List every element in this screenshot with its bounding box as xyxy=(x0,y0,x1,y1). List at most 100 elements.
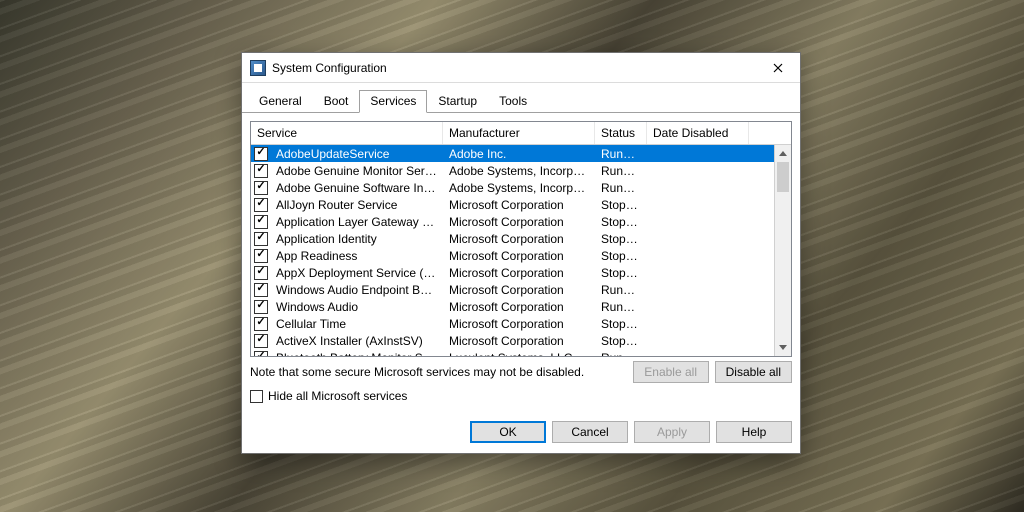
cell-service: AppX Deployment Service (App... xyxy=(270,266,443,280)
col-service[interactable]: Service xyxy=(251,122,443,144)
cell-manufacturer: Adobe Inc. xyxy=(443,147,595,161)
service-checkbox[interactable] xyxy=(254,164,268,178)
service-checkbox[interactable] xyxy=(254,283,268,297)
cell-service: Application Identity xyxy=(270,232,443,246)
cell-status: Stopped xyxy=(595,334,647,348)
table-row[interactable]: Application Layer Gateway ServiceMicroso… xyxy=(251,213,774,230)
table-row[interactable]: ActiveX Installer (AxInstSV)Microsoft Co… xyxy=(251,332,774,349)
scroll-up-button[interactable] xyxy=(775,145,791,162)
table-row[interactable]: Windows AudioMicrosoft CorporationRunnin… xyxy=(251,298,774,315)
list-header[interactable]: Service Manufacturer Status Date Disable… xyxy=(251,122,791,145)
services-list: Service Manufacturer Status Date Disable… xyxy=(250,121,792,357)
cell-status: Running xyxy=(595,164,647,178)
help-button[interactable]: Help xyxy=(716,421,792,443)
cell-status: Stopped xyxy=(595,198,647,212)
tab-tools[interactable]: Tools xyxy=(488,90,538,113)
tab-strip: GeneralBootServicesStartupTools xyxy=(242,83,800,113)
enable-all-button[interactable]: Enable all xyxy=(633,361,709,383)
service-checkbox[interactable] xyxy=(254,215,268,229)
service-checkbox[interactable] xyxy=(254,147,268,161)
service-checkbox[interactable] xyxy=(254,181,268,195)
cell-manufacturer: Microsoft Corporation xyxy=(443,215,595,229)
apply-button[interactable]: Apply xyxy=(634,421,710,443)
cell-manufacturer: Adobe Systems, Incorpora... xyxy=(443,181,595,195)
cell-service: Application Layer Gateway Service xyxy=(270,215,443,229)
cell-manufacturer: Microsoft Corporation xyxy=(443,232,595,246)
cell-status: Running xyxy=(595,147,647,161)
table-row[interactable]: AllJoyn Router ServiceMicrosoft Corporat… xyxy=(251,196,774,213)
cell-status: Stopped xyxy=(595,317,647,331)
cell-manufacturer: Microsoft Corporation xyxy=(443,266,595,280)
cell-manufacturer: Microsoft Corporation xyxy=(443,198,595,212)
cell-manufacturer: Microsoft Corporation xyxy=(443,317,595,331)
service-checkbox[interactable] xyxy=(254,334,268,348)
table-row[interactable]: AdobeUpdateServiceAdobe Inc.Running xyxy=(251,145,774,162)
close-button[interactable] xyxy=(755,53,800,82)
tab-startup[interactable]: Startup xyxy=(427,90,488,113)
service-checkbox[interactable] xyxy=(254,317,268,331)
col-status[interactable]: Status xyxy=(595,122,647,144)
service-checkbox[interactable] xyxy=(254,300,268,314)
cell-manufacturer: Microsoft Corporation xyxy=(443,249,595,263)
table-row[interactable]: Bluetooth Battery Monitor ServiceLuculen… xyxy=(251,349,774,356)
close-icon xyxy=(773,63,783,73)
table-row[interactable]: Windows Audio Endpoint BuilderMicrosoft … xyxy=(251,281,774,298)
cell-service: Cellular Time xyxy=(270,317,443,331)
cell-manufacturer: Microsoft Corporation xyxy=(443,283,595,297)
dialog-footer: OK Cancel Apply Help xyxy=(242,411,800,453)
cancel-button[interactable]: Cancel xyxy=(552,421,628,443)
hide-microsoft-checkbox[interactable] xyxy=(250,390,263,403)
cell-service: Adobe Genuine Monitor Service xyxy=(270,164,443,178)
tab-boot[interactable]: Boot xyxy=(313,90,360,113)
disable-all-button[interactable]: Disable all xyxy=(715,361,792,383)
cell-service: Adobe Genuine Software Integri... xyxy=(270,181,443,195)
scroll-thumb[interactable] xyxy=(777,162,789,192)
table-row[interactable]: Adobe Genuine Monitor ServiceAdobe Syste… xyxy=(251,162,774,179)
cell-manufacturer: Microsoft Corporation xyxy=(443,334,595,348)
cell-service: App Readiness xyxy=(270,249,443,263)
service-checkbox[interactable] xyxy=(254,232,268,246)
tab-services[interactable]: Services xyxy=(359,90,427,113)
table-row[interactable]: Adobe Genuine Software Integri...Adobe S… xyxy=(251,179,774,196)
cell-status: Stopped xyxy=(595,266,647,280)
msconfig-icon xyxy=(250,60,266,76)
table-row[interactable]: AppX Deployment Service (App...Microsoft… xyxy=(251,264,774,281)
cell-manufacturer: Luculent Systems, LLC xyxy=(443,351,595,357)
list-body[interactable]: AdobeUpdateServiceAdobe Inc.RunningAdobe… xyxy=(251,145,774,356)
tab-content: Service Manufacturer Status Date Disable… xyxy=(242,112,800,411)
service-checkbox[interactable] xyxy=(254,249,268,263)
cell-service: AdobeUpdateService xyxy=(270,147,443,161)
table-row[interactable]: Application IdentityMicrosoft Corporatio… xyxy=(251,230,774,247)
cell-manufacturer: Adobe Systems, Incorpora... xyxy=(443,164,595,178)
cell-service: Windows Audio Endpoint Builder xyxy=(270,283,443,297)
cell-service: AllJoyn Router Service xyxy=(270,198,443,212)
chevron-down-icon xyxy=(779,345,787,350)
cell-status: Running xyxy=(595,181,647,195)
window-title: System Configuration xyxy=(272,61,755,75)
cell-status: Stopped xyxy=(595,215,647,229)
cell-service: Windows Audio xyxy=(270,300,443,314)
system-configuration-window: System Configuration GeneralBootServices… xyxy=(241,52,801,454)
chevron-up-icon xyxy=(779,151,787,156)
titlebar[interactable]: System Configuration xyxy=(242,53,800,83)
ok-button[interactable]: OK xyxy=(470,421,546,443)
service-checkbox[interactable] xyxy=(254,351,268,357)
vertical-scrollbar[interactable] xyxy=(774,145,791,356)
cell-status: Running xyxy=(595,283,647,297)
tab-general[interactable]: General xyxy=(248,90,313,113)
scroll-down-button[interactable] xyxy=(775,339,791,356)
cell-status: Running xyxy=(595,351,647,357)
cell-service: Bluetooth Battery Monitor Service xyxy=(270,351,443,357)
scroll-track[interactable] xyxy=(775,162,791,339)
table-row[interactable]: App ReadinessMicrosoft CorporationStoppe… xyxy=(251,247,774,264)
col-date-disabled[interactable]: Date Disabled xyxy=(647,122,749,144)
hide-microsoft-label: Hide all Microsoft services xyxy=(268,389,407,403)
col-manufacturer[interactable]: Manufacturer xyxy=(443,122,595,144)
service-checkbox[interactable] xyxy=(254,266,268,280)
cell-service: ActiveX Installer (AxInstSV) xyxy=(270,334,443,348)
table-row[interactable]: Cellular TimeMicrosoft CorporationStoppe… xyxy=(251,315,774,332)
service-checkbox[interactable] xyxy=(254,198,268,212)
secure-services-note: Note that some secure Microsoft services… xyxy=(250,365,627,379)
cell-status: Running xyxy=(595,300,647,314)
cell-status: Stopped xyxy=(595,232,647,246)
